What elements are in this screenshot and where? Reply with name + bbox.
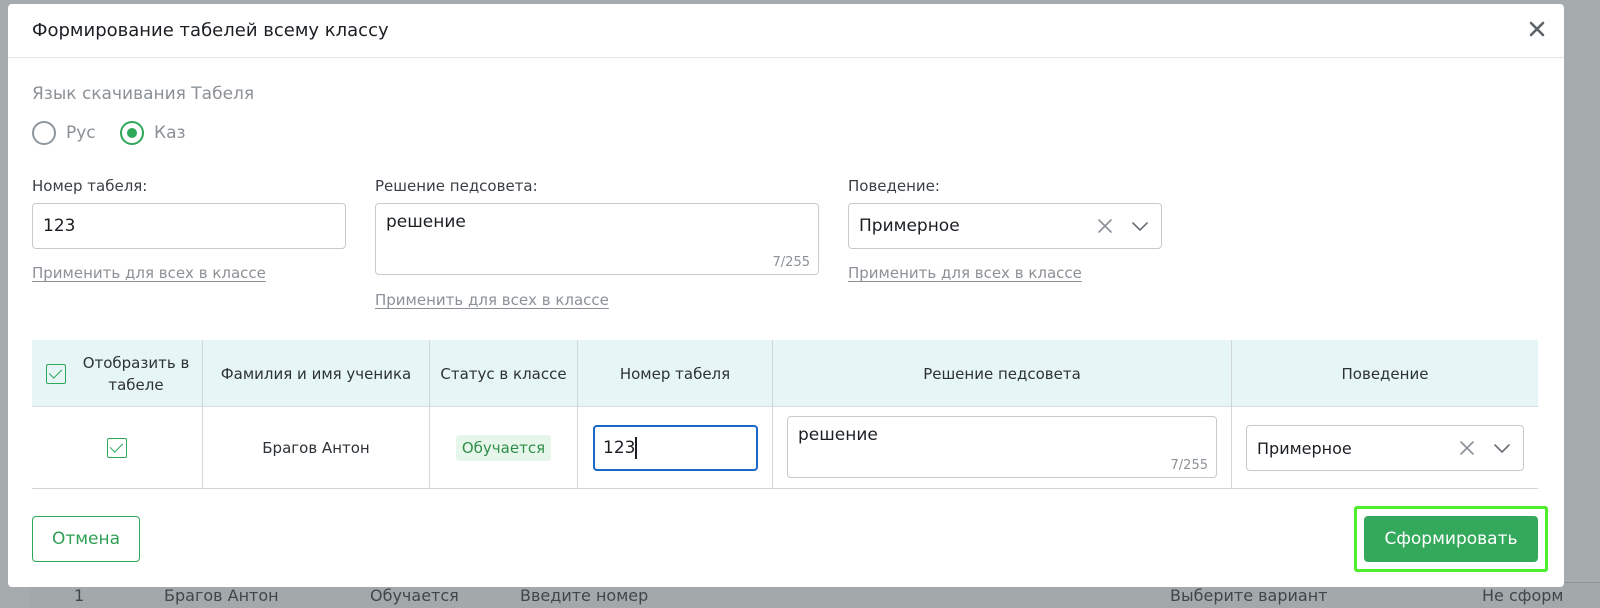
row-show-checkbox[interactable] [107, 437, 127, 458]
header-decision: Решение педсовета [773, 340, 1232, 407]
radio-kaz[interactable]: Каз [120, 121, 186, 145]
cancel-button[interactable]: Отмена [32, 516, 140, 562]
clear-icon[interactable] [1459, 440, 1475, 456]
chevron-down-icon[interactable] [1131, 220, 1149, 232]
bg-row-status: Обучается [370, 586, 459, 605]
radio-kaz-label: Каз [154, 123, 186, 143]
behavior-select[interactable]: Примерное [848, 203, 1162, 249]
decision-textarea[interactable]: решение 7/255 [375, 203, 819, 275]
chevron-down-icon[interactable] [1493, 442, 1511, 454]
header-status: Статус в классе [430, 340, 578, 407]
close-button[interactable] [1524, 16, 1550, 42]
radio-rus-circle[interactable] [32, 121, 56, 145]
row-decision-cell: решение 7/255 [773, 407, 1232, 488]
decision-label: Решение педсовета: [375, 177, 538, 195]
status-badge: Обучается [455, 434, 552, 461]
header-show: Отобразить в табеле [32, 340, 203, 407]
header-behavior: Поведение [1341, 364, 1429, 383]
row-behavior-cell: Примерное [1232, 407, 1538, 488]
table-header: Отобразить в табеле Фамилия и имя ученик… [32, 340, 1538, 407]
submit-button[interactable]: Сформировать [1364, 516, 1538, 562]
bg-row-index: 1 [74, 586, 85, 605]
clear-icon[interactable] [1097, 218, 1113, 234]
table-row: Брагов Антон Обучается 123 решение 7/255… [32, 407, 1538, 489]
language-label: Язык скачивания Табеля [32, 84, 255, 104]
behavior-label: Поведение: [848, 177, 940, 195]
decision-counter: 7/255 [772, 255, 810, 270]
row-behavior-value: Примерное [1257, 438, 1352, 458]
modal-title: Формирование табелей всему классу [32, 20, 389, 41]
bg-row-state: Не сформ [1482, 586, 1564, 605]
row-decision-textarea[interactable]: решение 7/255 [787, 416, 1217, 478]
students-table: Отобразить в табеле Фамилия и имя ученик… [32, 340, 1538, 489]
decision-textarea-value: решение [386, 212, 466, 232]
apply-behavior-link[interactable]: Применить для всех в классе [848, 264, 1082, 282]
bg-row-behavior: Выберите вариант [1170, 586, 1328, 605]
modal-header: Формирование табелей всему классу [8, 4, 1564, 58]
number-input[interactable]: 123 [32, 203, 346, 249]
header-show-label: Отобразить в табеле [82, 353, 190, 394]
header-number: Номер табеля [578, 340, 773, 407]
number-label: Номер табеля: [32, 177, 148, 195]
radio-rus-label: Рус [66, 123, 96, 143]
number-input-value: 123 [43, 216, 76, 236]
row-name: Брагов Антон [203, 407, 430, 488]
radio-rus[interactable]: Рус [32, 121, 96, 145]
bg-row-number: Введите номер [520, 586, 649, 605]
modal-dialog: Формирование табелей всему классу Язык с… [8, 4, 1564, 587]
radio-kaz-circle[interactable] [120, 121, 144, 145]
row-number-cell: 123 [578, 407, 773, 488]
row-decision-counter: 7/255 [1170, 458, 1208, 473]
row-number-value: 123 [603, 438, 636, 458]
row-behavior-select[interactable]: Примерное [1246, 425, 1524, 471]
header-name: Фамилия и имя ученика [203, 340, 430, 407]
text-cursor [635, 437, 638, 459]
row-number-input[interactable]: 123 [593, 425, 758, 471]
behavior-select-value: Примерное [859, 216, 960, 236]
apply-number-link[interactable]: Применить для всех в классе [32, 264, 266, 282]
apply-decision-link[interactable]: Применить для всех в классе [375, 291, 609, 309]
row-status-cell: Обучается [430, 407, 578, 488]
select-all-checkbox[interactable] [46, 363, 66, 384]
bg-row-name: Брагов Антон [164, 586, 279, 605]
close-icon [1529, 21, 1545, 37]
row-decision-value: решение [798, 425, 878, 445]
row-show-cell [32, 407, 203, 488]
